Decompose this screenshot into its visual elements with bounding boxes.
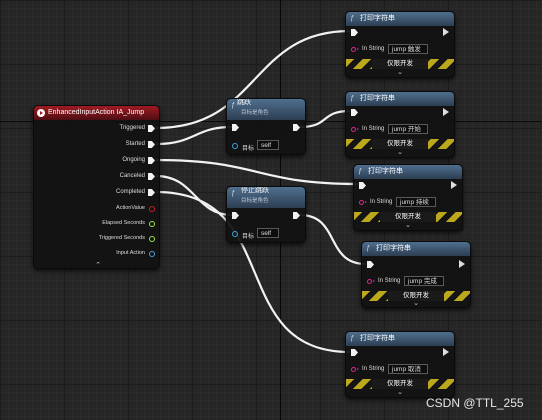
in-string-pin[interactable] <box>367 279 375 284</box>
stop-jump-node-header[interactable]: ƒ 停止跳跃 目标是角色 <box>227 187 305 208</box>
jump-exec-in-pin[interactable] <box>232 124 239 131</box>
in-string-field[interactable]: jump 完成 <box>404 276 444 286</box>
pin-label-ongoing: Ongoing <box>122 157 145 163</box>
print-string-node[interactable]: ƒ 打印字符串 In String jump 取消 仅限开发 ⌄ <box>345 331 455 398</box>
in-string-label: In String <box>362 46 385 52</box>
print-exec-out-pin[interactable] <box>459 260 465 268</box>
wire-started-to-jump[interactable] <box>155 125 233 146</box>
stop-jump-target-label: 目标 <box>242 234 255 240</box>
pin-label-started: Started <box>125 141 145 147</box>
action-value-pin[interactable] <box>149 206 155 212</box>
function-icon: ƒ <box>350 15 354 22</box>
expand-chevron-icon[interactable]: ⌄ <box>403 221 413 229</box>
canceled-exec-pin[interactable] <box>148 173 155 180</box>
in-string-field[interactable]: jump 触发 <box>388 44 428 54</box>
function-icon: ƒ <box>366 245 370 252</box>
stop-jump-node-subtitle: 目标是角色 <box>241 198 269 204</box>
pin-label-elapsed-seconds: Elapsed Seconds <box>102 220 145 226</box>
pin-label-triggered: Triggered <box>119 125 145 131</box>
triggered-seconds-pin[interactable] <box>149 236 155 242</box>
print-string-header[interactable]: ƒ 打印字符串 <box>346 12 454 26</box>
in-string-pin[interactable] <box>351 47 359 52</box>
print-string-header[interactable]: ƒ 打印字符串 <box>354 165 462 179</box>
triggered-exec-pin[interactable] <box>148 125 155 132</box>
print-string-title: 打印字符串 <box>376 245 411 252</box>
stop-jump-exec-out-pin[interactable] <box>293 212 300 219</box>
in-string-field[interactable]: jump 持续 <box>396 197 436 207</box>
jump-node-header[interactable]: ƒ 跳跃 目标是角色 <box>227 99 305 120</box>
collapse-chevron-icon[interactable]: ⌃ <box>93 261 103 269</box>
function-icon: ƒ <box>350 95 354 102</box>
in-string-label: In String <box>370 199 393 205</box>
print-string-header[interactable]: ƒ 打印字符串 <box>362 242 470 256</box>
print-string-header[interactable]: ƒ 打印字符串 <box>346 92 454 106</box>
in-string-label: In String <box>362 366 385 372</box>
in-string-field[interactable]: jump 开始 <box>388 124 428 134</box>
jump-target-label: 目标 <box>242 146 255 152</box>
stop-jump-exec-in-pin[interactable] <box>232 212 239 219</box>
in-string-label: In String <box>378 278 401 284</box>
expand-chevron-icon[interactable]: ⌄ <box>395 148 405 156</box>
print-string-node[interactable]: ƒ 打印字符串 In String jump 持续 仅限开发 ⌄ <box>353 164 463 231</box>
function-icon: ƒ <box>350 335 354 342</box>
elapsed-seconds-pin[interactable] <box>149 221 155 227</box>
wire-ongoing-to-print3[interactable] <box>155 158 359 186</box>
print-string-header[interactable]: ƒ 打印字符串 <box>346 332 454 346</box>
pin-label-input-action: Input Action <box>116 250 145 256</box>
expand-chevron-icon[interactable]: ⌄ <box>395 68 405 76</box>
jump-node-subtitle: 目标是角色 <box>241 110 269 116</box>
stop-jump-target-pin[interactable] <box>232 231 238 237</box>
in-string-pin[interactable] <box>359 200 367 205</box>
print-exec-out-pin[interactable] <box>451 181 457 189</box>
print-string-title: 打印字符串 <box>368 168 403 175</box>
in-string-field[interactable]: jump 取消 <box>388 364 428 374</box>
pin-label-completed: Completed <box>115 189 145 195</box>
wire-canceled-to-stopjump[interactable] <box>155 174 233 217</box>
stop-jumping-function-node[interactable]: ƒ 停止跳跃 目标是角色 目标 self <box>226 186 306 243</box>
print-exec-in-pin[interactable] <box>359 182 366 189</box>
input-action-pin[interactable] <box>149 251 155 257</box>
ongoing-exec-pin[interactable] <box>148 157 155 164</box>
print-string-title: 打印字符串 <box>360 15 395 22</box>
print-exec-out-pin[interactable] <box>443 348 449 356</box>
pin-label-action-value: ActionValue <box>116 205 145 211</box>
in-string-pin[interactable] <box>351 367 359 372</box>
started-exec-pin[interactable] <box>148 141 155 148</box>
watermark-text: CSDN @TTL_255 <box>426 396 524 410</box>
jump-exec-out-pin[interactable] <box>293 124 300 131</box>
enhanced-input-action-event-node[interactable]: EnhancedInputAction IA_Jump Triggered St… <box>33 105 160 269</box>
print-exec-in-pin[interactable] <box>351 29 358 36</box>
print-exec-out-pin[interactable] <box>443 108 449 116</box>
event-node-title: EnhancedInputAction IA_Jump <box>48 109 145 116</box>
function-icon: ƒ <box>231 102 235 109</box>
print-string-node[interactable]: ƒ 打印字符串 In String jump 触发 仅限开发 ⌄ <box>345 11 455 78</box>
pin-label-triggered-seconds: Triggered Seconds <box>98 235 145 241</box>
print-string-node[interactable]: ƒ 打印字符串 In String jump 开始 仅限开发 ⌄ <box>345 91 455 158</box>
wire-jump-to-print2[interactable] <box>299 109 351 129</box>
function-icon: ƒ <box>358 168 362 175</box>
print-exec-in-pin[interactable] <box>367 261 374 268</box>
in-string-label: In String <box>362 126 385 132</box>
jump-function-node[interactable]: ƒ 跳跃 目标是角色 目标 self <box>226 98 306 155</box>
pin-label-canceled: Canceled <box>119 173 145 179</box>
print-string-node[interactable]: ƒ 打印字符串 In String jump 完成 仅限开发 ⌄ <box>361 241 471 308</box>
stop-jump-target-field[interactable]: self <box>257 228 279 238</box>
print-exec-in-pin[interactable] <box>351 109 358 116</box>
jump-target-field[interactable]: self <box>257 140 279 150</box>
jump-target-pin[interactable] <box>232 143 238 149</box>
function-icon: ƒ <box>231 190 235 197</box>
print-string-title: 打印字符串 <box>360 95 395 102</box>
print-string-title: 打印字符串 <box>360 335 395 342</box>
print-exec-out-pin[interactable] <box>443 28 449 36</box>
in-string-pin[interactable] <box>351 127 359 132</box>
event-node-header[interactable]: EnhancedInputAction IA_Jump <box>34 106 159 120</box>
print-exec-in-pin[interactable] <box>351 349 358 356</box>
completed-exec-pin[interactable] <box>148 189 155 196</box>
expand-chevron-icon[interactable]: ⌄ <box>411 299 421 307</box>
event-icon <box>37 109 45 117</box>
expand-chevron-icon[interactable]: ⌄ <box>395 388 405 396</box>
